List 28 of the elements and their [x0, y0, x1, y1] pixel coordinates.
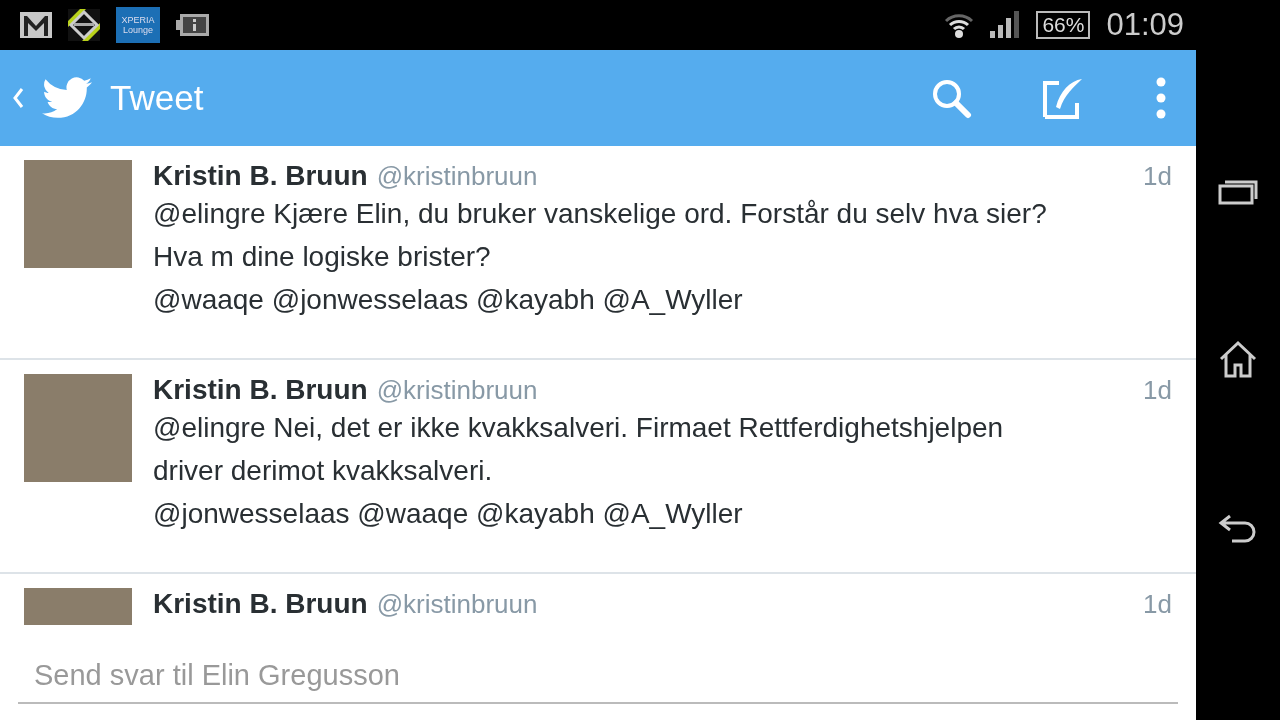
overflow-menu-icon[interactable] [1156, 77, 1166, 119]
author-handle: @kristinbruun [376, 161, 538, 192]
author-handle: @kristinbruun [376, 589, 538, 620]
clock: 01:09 [1106, 7, 1184, 43]
battery-level: 66% [1036, 11, 1091, 39]
back-icon[interactable] [1218, 512, 1258, 543]
tweet-time: 1d [1143, 589, 1172, 620]
author-name: Kristin B. Bruun [153, 374, 368, 406]
tweet-mentions: @jonwesselaas @waaqe @kayabh @A_Wyller [153, 497, 744, 531]
tweet-mentions: @waaqe @jonwesselaas @kayabh @A_Wyller [153, 283, 744, 317]
tweet-text: @elingre Kjære Elin, du bruker vanskelige ord. Forstår du selv hva sier? Hva m dine logiske brister? [153, 197, 1048, 274]
mail-icon [20, 12, 52, 38]
author-name: Kristin B. Bruun [153, 588, 368, 620]
app-notification-icon: XPERIA Lounge [116, 7, 160, 43]
reply-field[interactable]: Send svar til Elin Gregusson [18, 653, 1178, 704]
tweet-time: 1d [1143, 375, 1172, 406]
tweet-text: @elingre Nei, det er ikke kvakksalveri. Firmaet Rettferdighetshjelpen driver derimot kvakksalveri. [153, 411, 1005, 488]
screen-title: Tweet [110, 78, 204, 118]
bird-icon [42, 77, 92, 119]
tweet-time: 1d [1143, 161, 1172, 192]
signal-icon [990, 11, 1021, 39]
author-name: Kristin B. Bruun [153, 160, 368, 192]
author-handle: @kristinbruun [376, 375, 538, 406]
wifi-icon [944, 12, 975, 38]
home-icon[interactable] [1218, 340, 1258, 378]
battery-info-icon [176, 13, 210, 37]
search-icon[interactable] [930, 77, 972, 119]
diamond-sign-icon [68, 9, 100, 41]
